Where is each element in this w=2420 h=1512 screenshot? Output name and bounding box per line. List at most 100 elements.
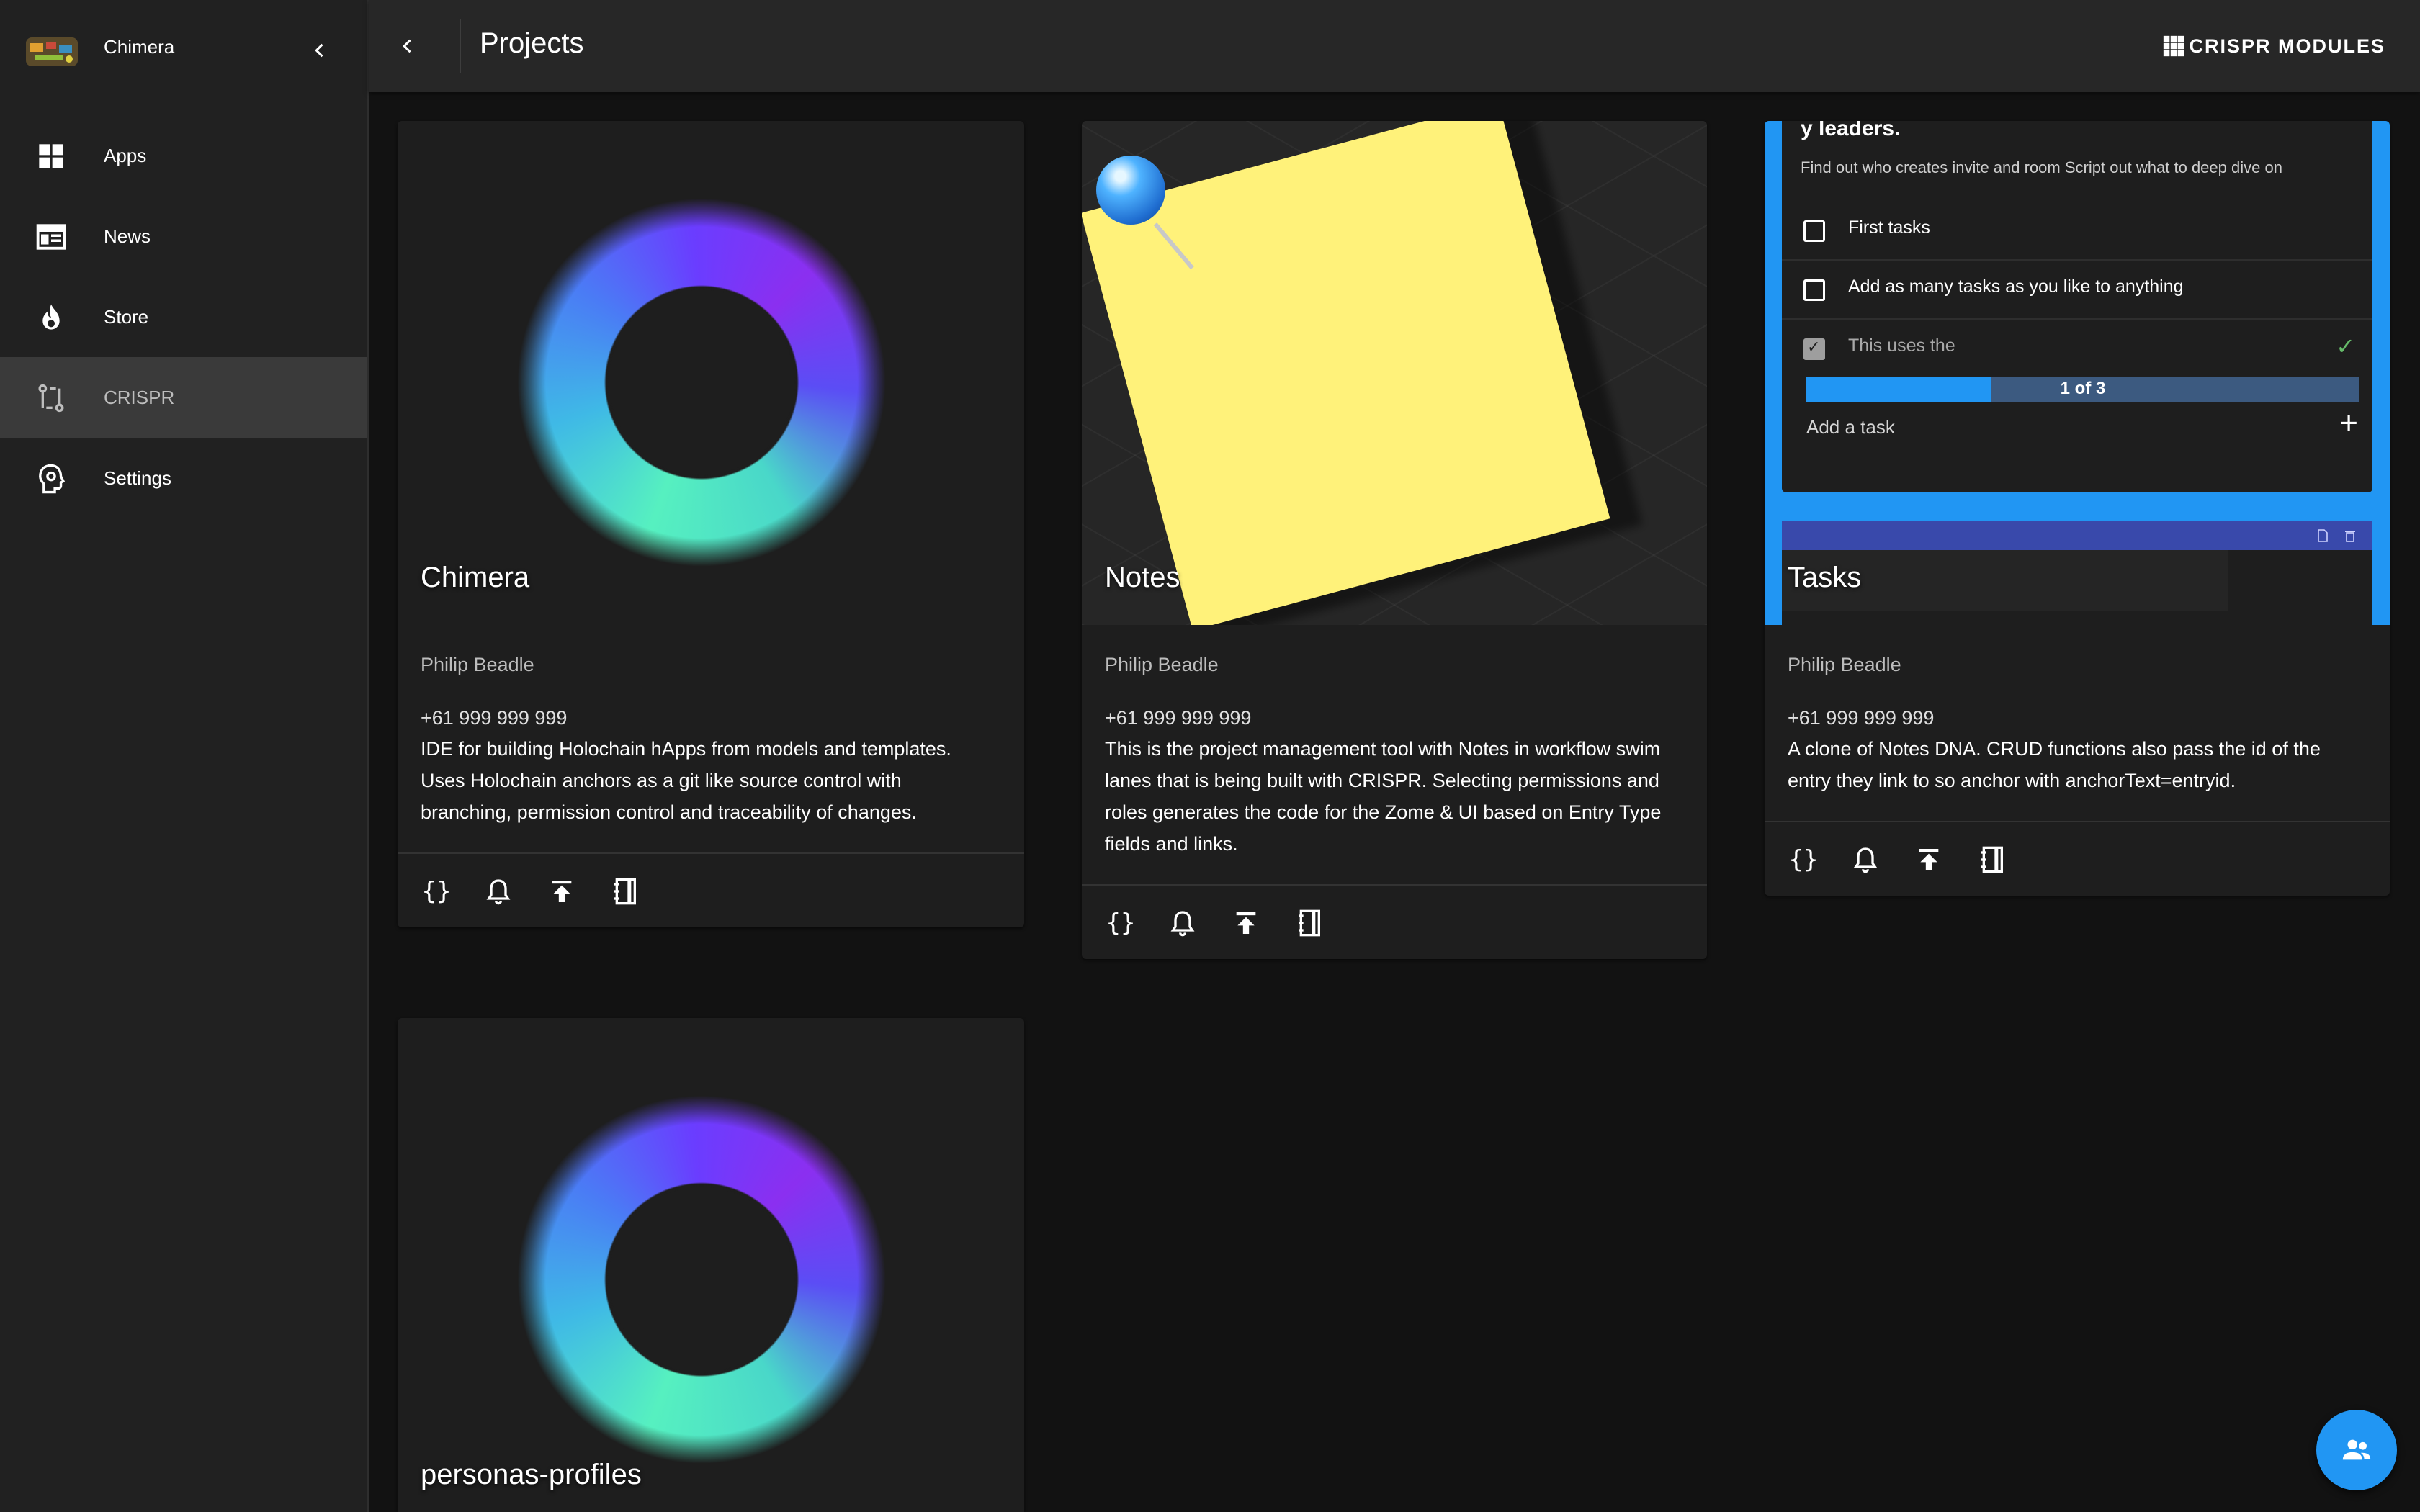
- app-logo-icon: [26, 37, 78, 66]
- sidebar-item-label: Settings: [104, 467, 171, 489]
- back-button[interactable]: [390, 29, 425, 63]
- push-pin-icon: [1096, 156, 1165, 225]
- notifications-button[interactable]: [480, 873, 517, 910]
- task-item: First tasks: [1782, 202, 2372, 261]
- progress-label: 1 of 3: [2060, 379, 2106, 398]
- crispr-modules-button[interactable]: CRISPR MODULES: [2161, 30, 2385, 62]
- sidebar-item-label: Store: [104, 305, 149, 328]
- code-braces-icon: {}: [1788, 845, 1819, 874]
- head-settings-icon: [35, 462, 68, 495]
- people-fab-button[interactable]: [2316, 1410, 2397, 1490]
- sidebar-item-store[interactable]: Store: [0, 276, 367, 357]
- card-media: y leaders. Find out who creates invite a…: [1765, 121, 2390, 625]
- sidebar-item-crispr[interactable]: CRISPR: [0, 357, 367, 438]
- page-title: Projects: [480, 27, 584, 59]
- bell-icon: [486, 879, 511, 905]
- publish-button[interactable]: [1910, 841, 1948, 878]
- upload-icon: [552, 881, 572, 902]
- code-button[interactable]: {}: [1102, 904, 1139, 942]
- publish-button[interactable]: [1227, 904, 1265, 942]
- sidebar-item-settings[interactable]: Settings: [0, 438, 367, 518]
- sidebar-item-label: Apps: [104, 144, 147, 166]
- file-icon[interactable]: [2316, 528, 2329, 543]
- publish-button[interactable]: [543, 873, 581, 910]
- add-task-input[interactable]: Add a task: [1806, 416, 1895, 438]
- git-compare-icon: [35, 382, 68, 415]
- crispr-modules-label: CRISPR MODULES: [2189, 35, 2385, 57]
- particle-ring-image: [458, 135, 955, 611]
- tasks-preview-subtitle: Find out who creates invite and room Scr…: [1801, 158, 2282, 176]
- chevron-left-icon: [315, 43, 323, 58]
- toolbar-divider: [460, 19, 461, 73]
- notebook-button[interactable]: [1973, 841, 2011, 878]
- notebook-icon: [1981, 846, 2003, 873]
- card-description: IDE for building Holochain hApps from mo…: [421, 738, 951, 823]
- card-actions: {}: [398, 852, 1024, 927]
- project-card-chimera[interactable]: Chimera Philip Beadle +61 999 999 999 ID…: [398, 121, 1024, 927]
- project-card-tasks[interactable]: y leaders. Find out who creates invite a…: [1765, 121, 2390, 896]
- upload-icon: [1236, 912, 1256, 934]
- delete-icon[interactable]: [2344, 528, 2357, 543]
- sidebar-item-apps[interactable]: Apps: [0, 115, 367, 196]
- card-owner: Philip Beadle: [1105, 654, 1219, 675]
- collapse-sidebar-button[interactable]: [302, 33, 337, 68]
- card-title: Chimera: [421, 562, 530, 593]
- apps-grid-icon: [2164, 35, 2184, 57]
- code-braces-icon: {}: [1106, 909, 1136, 937]
- card-title: Notes: [1105, 562, 1180, 593]
- code-button[interactable]: {}: [418, 873, 455, 910]
- bell-icon: [1170, 911, 1195, 937]
- task-label: First tasks: [1848, 217, 1930, 238]
- add-task-button[interactable]: +: [2339, 408, 2358, 439]
- task-label: This uses the: [1848, 336, 1955, 356]
- task-checkbox[interactable]: [1803, 338, 1825, 360]
- notebook-icon: [614, 878, 636, 905]
- card-media: [1082, 121, 1707, 625]
- notebook-button[interactable]: [1291, 904, 1328, 942]
- tasks-lower-panel: [1782, 550, 2372, 625]
- task-checkbox[interactable]: [1803, 220, 1825, 242]
- notifications-button[interactable]: [1164, 904, 1201, 942]
- app-name: Chimera: [104, 36, 175, 58]
- card-phone: +61 999 999 999: [421, 707, 568, 729]
- tasks-preview-heading: y leaders.: [1801, 121, 1901, 140]
- card-phone: +61 999 999 999: [1105, 707, 1252, 729]
- notifications-button[interactable]: [1847, 841, 1884, 878]
- check-icon: ✓: [2336, 333, 2355, 359]
- card-title: personas-profiles: [421, 1459, 642, 1490]
- card-title: Tasks: [1788, 562, 1862, 593]
- chevron-left-icon: [403, 39, 411, 53]
- grid-icon: [35, 140, 68, 173]
- project-card-notes[interactable]: Notes Philip Beadle +61 999 999 999 This…: [1082, 121, 1707, 959]
- card-owner: Philip Beadle: [421, 654, 534, 675]
- card-actions: {}: [1765, 821, 2390, 896]
- project-card-personas-profiles[interactable]: personas-profiles: [398, 1018, 1024, 1512]
- top-app-bar: Projects CRISPR MODULES: [369, 0, 2420, 92]
- tasks-progress-bar: 1 of 3: [1806, 377, 2360, 402]
- people-icon: [2342, 1439, 2371, 1460]
- fire-icon: [35, 301, 68, 334]
- task-checkbox[interactable]: [1803, 279, 1825, 301]
- card-media: [398, 121, 1024, 625]
- code-braces-icon: {}: [421, 877, 452, 906]
- task-item: Add as many tasks as you like to anythin…: [1782, 261, 2372, 320]
- notebook-button[interactable]: [606, 873, 644, 910]
- task-label: Add as many tasks as you like to anythin…: [1848, 276, 2184, 297]
- card-owner: Philip Beadle: [1788, 654, 1901, 675]
- card-phone: +61 999 999 999: [1788, 707, 1935, 729]
- sidebar: Chimera Apps News Store CRISPR Settings: [0, 0, 369, 1512]
- particle-ring-image: [458, 1032, 955, 1508]
- card-description: This is the project management tool with…: [1105, 738, 1662, 855]
- tasks-header-bar: [1782, 521, 2372, 550]
- sidebar-nav: Apps News Store CRISPR Settings: [0, 115, 367, 518]
- task-item: This uses the ✓: [1782, 320, 2372, 377]
- sidebar-item-label: News: [104, 225, 151, 247]
- card-description: A clone of Notes DNA. CRUD functions als…: [1788, 738, 2321, 791]
- sidebar-header: Chimera: [0, 0, 367, 101]
- notebook-icon: [1299, 909, 1320, 937]
- card-media: [398, 1018, 1024, 1512]
- sidebar-item-news[interactable]: News: [0, 196, 367, 276]
- sidebar-item-label: CRISPR: [104, 386, 175, 408]
- code-button[interactable]: {}: [1785, 841, 1822, 878]
- upload-icon: [1919, 849, 1939, 870]
